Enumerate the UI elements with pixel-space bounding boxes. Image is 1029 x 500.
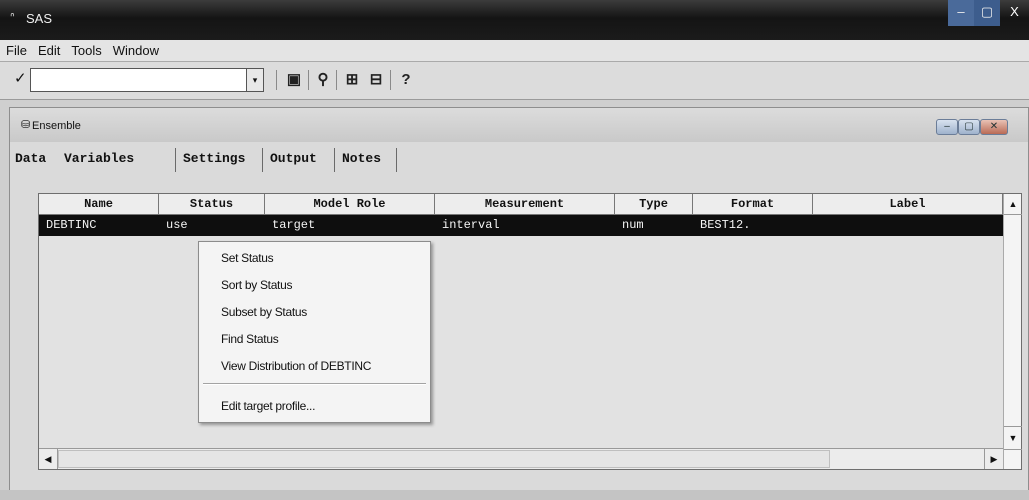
tab-notes[interactable]: Notes (342, 146, 381, 172)
results-icon[interactable]: ⊟ (365, 68, 387, 92)
table-row[interactable]: DEBTINC use target interval num BEST12. (39, 215, 1003, 236)
toolbar-divider (336, 70, 337, 90)
menu-window[interactable]: Window (107, 40, 164, 58)
cell-label[interactable] (813, 215, 1003, 236)
run-icon[interactable]: ⚲ (312, 68, 334, 92)
menu-item-view-distribution[interactable]: View Distribution of DEBTINC (221, 357, 371, 375)
column-header-status[interactable]: Status (159, 194, 265, 215)
scroll-right-icon[interactable]: ▶ (984, 449, 1003, 469)
save-icon[interactable]: ▣ (283, 68, 305, 92)
cell-status[interactable]: use (159, 215, 265, 236)
tab-divider (262, 148, 263, 172)
sas-logo-icon: ᐢ (10, 10, 15, 24)
window-maximize-button[interactable]: ▢ (974, 0, 1000, 26)
command-input[interactable] (30, 68, 246, 92)
vertical-scrollbar[interactable]: ▲ ▼ (1003, 194, 1022, 469)
child-minimize-button[interactable]: – (936, 119, 958, 135)
tab-output[interactable]: Output (270, 146, 317, 172)
child-close-button[interactable]: ✕ (980, 119, 1008, 135)
window-minimize-button[interactable]: – (948, 0, 974, 26)
window-close-button[interactable]: X (1000, 0, 1029, 26)
tab-divider (396, 148, 397, 172)
variables-table: Name Status Model Role Measurement Type … (38, 193, 1022, 470)
toolbar: ✓ ▾ ▣ ⚲ ⊞ ⊟ ? (0, 62, 1029, 100)
menu-item-subset-by-status[interactable]: Subset by Status (221, 303, 307, 321)
column-header-model-role[interactable]: Model Role (265, 194, 435, 215)
status-bar (0, 490, 1029, 500)
context-menu: Set Status Sort by Status Subset by Stat… (198, 241, 431, 423)
tab-divider (334, 148, 335, 172)
tab-divider (175, 148, 176, 172)
column-header-measurement[interactable]: Measurement (435, 194, 615, 215)
scroll-left-icon[interactable]: ◀ (39, 449, 58, 469)
cell-format[interactable]: BEST12. (693, 215, 813, 236)
ensemble-window: ⛁ Ensemble – ▢ ✕ Data Variables Settings… (9, 107, 1029, 500)
menu-file[interactable]: File (0, 40, 32, 58)
cell-model-role[interactable]: target (265, 215, 435, 236)
ensemble-window-title: Ensemble (32, 120, 81, 132)
scroll-up-icon[interactable]: ▲ (1004, 194, 1022, 215)
tab-variables[interactable]: Variables (64, 146, 134, 172)
cell-name[interactable]: DEBTINC (39, 215, 159, 236)
toolbar-divider (308, 70, 309, 90)
menu-separator (203, 383, 426, 385)
column-header-label[interactable]: Label (813, 194, 1003, 215)
child-maximize-button[interactable]: ▢ (958, 119, 980, 135)
column-header-name[interactable]: Name (39, 194, 159, 215)
menu-item-edit-target-profile[interactable]: Edit target profile... (221, 397, 315, 415)
tab-data[interactable]: Data (15, 146, 46, 172)
menu-tools[interactable]: Tools (65, 40, 106, 58)
menu-bar: File Edit Tools Window (0, 40, 1029, 62)
column-header-format[interactable]: Format (693, 194, 813, 215)
menu-item-sort-by-status[interactable]: Sort by Status (221, 276, 292, 294)
help-icon[interactable]: ? (395, 68, 417, 92)
tab-settings[interactable]: Settings (183, 146, 245, 172)
menu-item-find-status[interactable]: Find Status (221, 330, 279, 348)
ensemble-title-bar: ⛁ Ensemble – ▢ ✕ (10, 108, 1028, 142)
toolbar-divider (390, 70, 391, 90)
chevron-down-icon[interactable]: ▾ (246, 68, 264, 92)
explorer-icon[interactable]: ⊞ (341, 68, 363, 92)
menu-edit[interactable]: Edit (32, 40, 65, 58)
app-title: SAS (26, 11, 53, 26)
cell-measurement[interactable]: interval (435, 215, 615, 236)
scroll-down-icon[interactable]: ▼ (1004, 426, 1022, 450)
cell-type[interactable]: num (615, 215, 693, 236)
app-title-bar: ᐢ SAS – ▢ X (0, 0, 1029, 40)
table-header: Name Status Model Role Measurement Type … (39, 194, 1003, 215)
horizontal-scrollbar[interactable]: ◀ ▶ (39, 448, 1003, 469)
column-header-type[interactable]: Type (615, 194, 693, 215)
menu-item-set-status[interactable]: Set Status (221, 249, 274, 267)
toolbar-divider (276, 70, 277, 90)
horizontal-scroll-thumb[interactable] (58, 450, 830, 468)
